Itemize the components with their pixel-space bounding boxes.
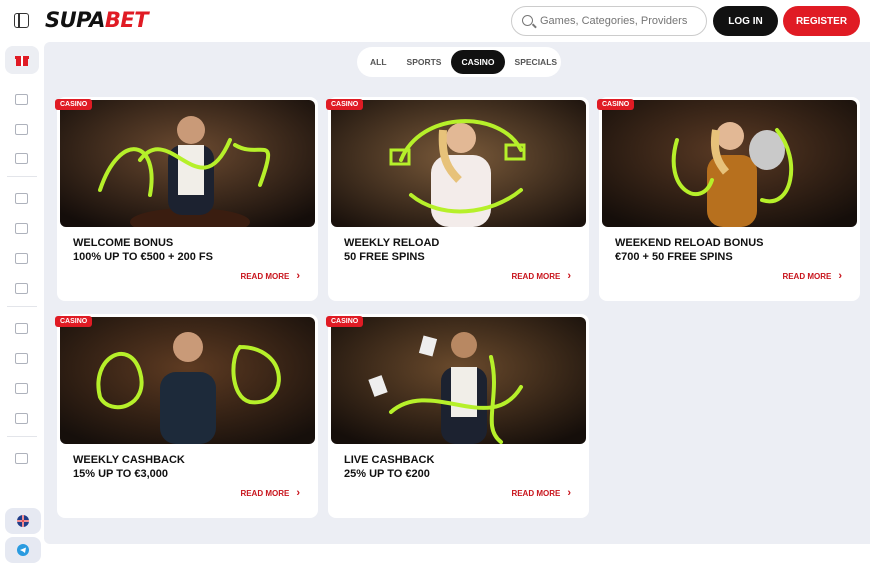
read-more-link[interactable]: READ MORE ›	[511, 487, 571, 499]
read-more-label: READ MORE	[240, 271, 290, 281]
tab-sports[interactable]: SPORTS	[397, 50, 452, 74]
chevron-right-icon: ›	[838, 270, 842, 282]
chevron-right-icon: ›	[567, 487, 571, 499]
promo-card[interactable]: CASINO WEEKLY RELOAD 50 FREE SPINS READ …	[326, 97, 589, 301]
casino-badge: CASINO	[55, 316, 93, 327]
tab-all[interactable]: ALL	[360, 50, 397, 74]
casino-badge: CASINO	[326, 99, 364, 110]
chevron-right-icon: ›	[296, 270, 300, 282]
casino-badge: CASINO	[597, 99, 635, 110]
promo-subtitle: 100% UP TO €500 + 200 FS	[73, 251, 213, 263]
casino-badge: CASINO	[55, 99, 93, 110]
read-more-link[interactable]: READ MORE ›	[240, 270, 300, 282]
trophy-icon[interactable]	[15, 353, 28, 364]
promo-card[interactable]: CASINO WEEKLY CASHBACK 15% UP TO €3,000 …	[55, 314, 318, 518]
logo[interactable]: SUPABET	[45, 8, 149, 32]
promo-title: WELCOME BONUS	[73, 237, 174, 249]
rocket-icon[interactable]	[15, 383, 28, 394]
promo-subtitle: 15% UP TO €3,000	[73, 468, 168, 480]
sidebar-divider	[7, 306, 37, 307]
read-more-link[interactable]: READ MORE ›	[240, 487, 300, 499]
telegram-icon[interactable]	[5, 537, 41, 563]
promo-card[interactable]: CASINO WELCOME BONUS 100% UP TO €500 + 2…	[55, 97, 318, 301]
search-input[interactable]	[540, 15, 700, 27]
main-content: ALL SPORTS CASINO SPECIALS CASINO WELCOM…	[44, 42, 870, 544]
chevron-right-icon: ›	[567, 270, 571, 282]
promo-card[interactable]: CASINO WEEKEND RELOAD BONUS €700 + 50 FR…	[597, 97, 860, 301]
search-box[interactable]	[511, 6, 707, 36]
logo-text-supa: SUPA	[45, 8, 105, 32]
read-more-link[interactable]: READ MORE ›	[782, 270, 842, 282]
live-tv-icon[interactable]	[15, 153, 28, 164]
promo-image	[331, 100, 586, 227]
read-more-label: READ MORE	[511, 271, 561, 281]
read-more-label: READ MORE	[511, 488, 561, 498]
read-more-link[interactable]: READ MORE ›	[511, 270, 571, 282]
badge-icon[interactable]	[15, 323, 28, 334]
promo-image	[60, 100, 315, 227]
promo-title: WEEKEND RELOAD BONUS	[615, 237, 764, 249]
poker-chip-icon[interactable]	[15, 94, 28, 105]
sidebar-divider	[7, 436, 37, 437]
puzzle-icon[interactable]	[15, 283, 28, 294]
logo-text-bet: BET	[104, 8, 149, 32]
document-icon[interactable]	[15, 223, 28, 234]
promo-image	[60, 317, 315, 444]
promo-subtitle: €700 + 50 FREE SPINS	[615, 251, 733, 263]
sidebar-divider	[7, 176, 37, 177]
promo-subtitle: 50 FREE SPINS	[344, 251, 425, 263]
search-icon	[522, 15, 533, 26]
promo-title: WEEKLY CASHBACK	[73, 454, 185, 466]
uk-flag-icon[interactable]	[5, 508, 41, 534]
promo-subtitle: 25% UP TO €200	[344, 468, 430, 480]
login-button[interactable]: LOG IN	[713, 6, 778, 36]
casino-badge: CASINO	[326, 316, 364, 327]
diamond-icon[interactable]	[15, 453, 28, 464]
briefcase-icon[interactable]	[15, 413, 28, 424]
promo-image	[331, 317, 586, 444]
cards-icon[interactable]	[15, 253, 28, 264]
promo-image	[602, 100, 857, 227]
register-button[interactable]: REGISTER	[783, 6, 860, 36]
sidebar	[0, 42, 44, 564]
promo-title: WEEKLY RELOAD	[344, 237, 440, 249]
sidebar-toggle-icon[interactable]	[14, 13, 29, 28]
gift-icon[interactable]	[5, 46, 39, 74]
tab-specials[interactable]: SPECIALS	[505, 50, 568, 74]
ticket-icon[interactable]	[15, 193, 28, 204]
promo-title: LIVE CASHBACK	[344, 454, 435, 466]
read-more-label: READ MORE	[240, 488, 290, 498]
chevron-right-icon: ›	[296, 487, 300, 499]
read-more-label: READ MORE	[782, 271, 832, 281]
top-bar: SUPABET LOG IN REGISTER	[0, 0, 870, 42]
slot-machine-icon[interactable]	[15, 124, 28, 135]
category-tabs: ALL SPORTS CASINO SPECIALS	[357, 47, 561, 77]
promo-card[interactable]: CASINO LIVE CASHBACK 25% UP TO €200 READ…	[326, 314, 589, 518]
tab-casino[interactable]: CASINO	[451, 50, 505, 74]
